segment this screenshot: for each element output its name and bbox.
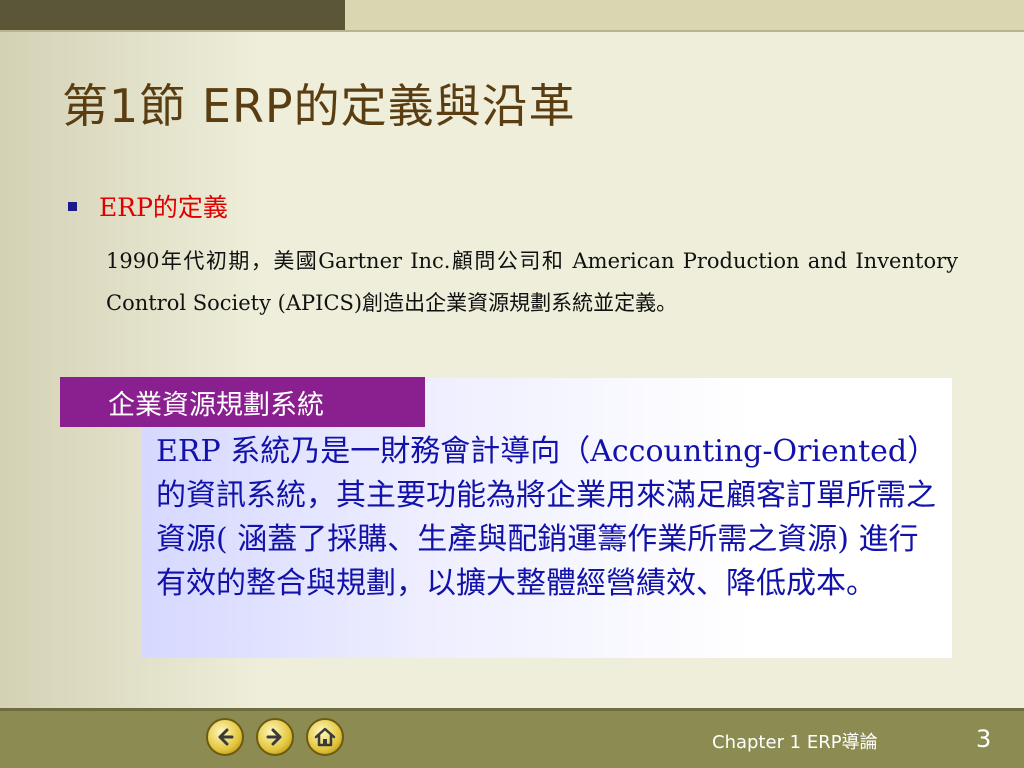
bullet-marker bbox=[68, 201, 77, 211]
callout-tag-label: 企業資源規劃系統 bbox=[108, 389, 324, 421]
callout-text: ERP 系統乃是一財務會計導向（Accounting-Oriented）的資訊系… bbox=[156, 434, 938, 601]
home-button[interactable] bbox=[306, 718, 344, 756]
next-slide-button[interactable] bbox=[256, 718, 294, 756]
callout-tag: 企業資源規劃系統 bbox=[60, 377, 425, 427]
bullet-heading: ERP的定義 bbox=[99, 193, 228, 222]
arrow-left-icon bbox=[218, 728, 234, 746]
bullet-item: ERP的定義 bbox=[68, 188, 228, 224]
footer-chapter-label: Chapter 1 ERP導論 bbox=[712, 732, 878, 753]
previous-slide-button[interactable] bbox=[206, 718, 244, 756]
arrow-right-icon bbox=[266, 728, 282, 746]
slide-title: 第1節 ERP的定義與沿革 bbox=[62, 79, 576, 133]
page-number: 3 bbox=[976, 725, 992, 753]
top-strip-light bbox=[345, 0, 1024, 30]
definition-paragraph: 1990年代初期，美國Gartner Inc.顧問公司和 American Pr… bbox=[106, 249, 958, 315]
top-strip-dark bbox=[0, 0, 345, 30]
home-icon bbox=[314, 727, 336, 747]
footer-divider bbox=[0, 708, 1024, 711]
